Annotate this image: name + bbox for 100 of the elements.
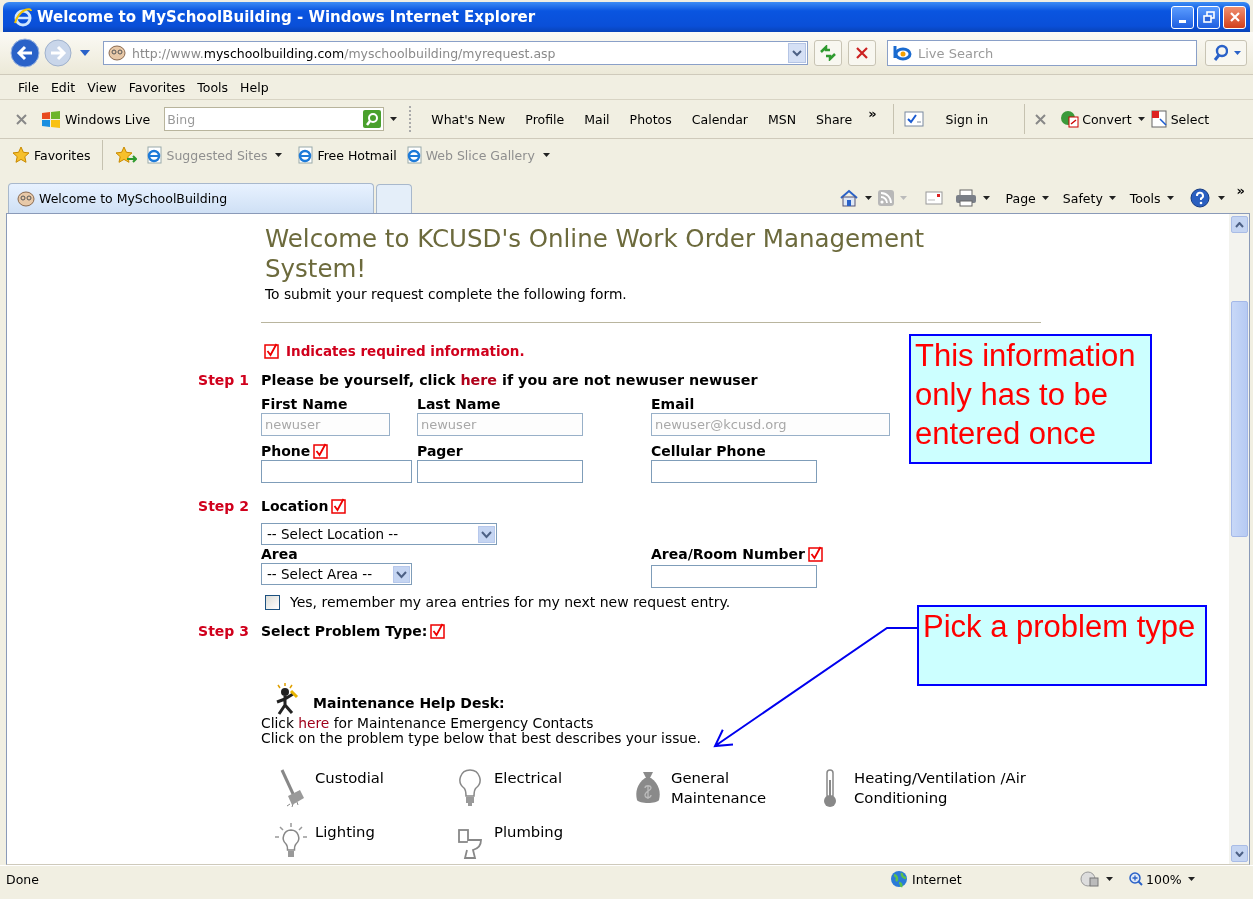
select-button[interactable]: Select [1150,110,1210,128]
add-favorite-icon[interactable] [115,146,138,164]
caret-icon[interactable] [1187,877,1195,881]
dropdown-arrow-icon[interactable] [478,525,495,543]
refresh-button[interactable] [814,40,842,66]
close-toolbar-button[interactable] [1035,113,1047,125]
problem-type-link[interactable]: General Maintenance [670,768,814,808]
dropdown-field[interactable]: -- Select Area -- [261,563,412,585]
problem-type-link[interactable]: Lighting [315,822,375,842]
text-field[interactable] [417,460,583,483]
toolbar-link[interactable]: Calendar [681,111,758,127]
menu-item[interactable]: Tools [191,79,235,95]
menu-item[interactable]: Help [234,79,275,95]
page-heading: Welcome to KCUSD's Online Work Order Management System! [264,224,926,284]
star-icon [12,146,30,164]
printer-icon[interactable] [954,189,977,207]
close-button[interactable] [1223,5,1246,29]
search-icon [365,112,380,126]
field-label: Email [651,395,695,413]
minimize-button[interactable] [1171,5,1194,29]
dropdown-arrow-icon[interactable] [393,565,410,583]
restore-icon [1202,11,1215,23]
dropdown-field[interactable]: -- Select Location -- [261,523,497,545]
menu-item[interactable]: File [12,79,45,95]
status-text: Done [6,871,40,887]
toolbar-link[interactable]: Mail [574,111,620,127]
field-label: Cellular Phone [651,442,766,460]
menu-item[interactable]: Favorites [122,79,192,95]
command-menu[interactable]: Safety [1058,190,1120,206]
restore-button[interactable] [1197,5,1220,29]
callout-box: This information only has to be entered once [909,334,1152,464]
stop-button[interactable] [848,40,876,66]
toolbar-link[interactable]: Share [806,111,863,127]
zoom-icon [1129,872,1143,886]
caret-icon [1166,196,1174,200]
here-link[interactable]: here [460,372,497,388]
favorites-link[interactable]: Free Hotmail [296,146,397,164]
search-button[interactable] [1205,40,1247,66]
caret-icon[interactable] [864,196,872,200]
problem-type-link[interactable]: Heating/Ventilation /Air Conditioning [854,768,1054,808]
command-menu[interactable]: Tools [1125,190,1178,206]
section-title: Maintenance Help Desk: [313,695,505,711]
site-favicon-icon [17,190,35,207]
thermometer-icon[interactable] [821,768,839,808]
toolbar-link[interactable]: MSN [758,111,807,127]
light-bulb-icon[interactable] [458,768,482,808]
field-label: Phone [261,442,311,460]
menu-item[interactable]: Edit [44,79,82,95]
bing-search-box[interactable]: Bing [164,107,385,131]
sign-in-link[interactable]: Sign in [923,111,1015,127]
toolbar-link[interactable]: Windows Live [61,111,161,127]
back-button[interactable] [10,38,40,68]
problem-type-link[interactable]: Electrical [494,768,562,788]
field-label: Location [261,497,329,515]
address-dropdown-button[interactable] [788,43,806,63]
command-menu[interactable]: Page [1001,190,1053,206]
address-url: http://www.myschoolbuilding.com/myschoolbuilding/myrequest.asp [132,45,557,61]
toolbar-link[interactable]: Profile [515,111,575,127]
address-field[interactable]: http://www.myschoolbuilding.com/myschoolbuilding/myrequest.asp [103,41,808,65]
text-field[interactable] [261,460,412,483]
step-prompt: Please be yourself, click here if you are not newuser newuser [261,371,759,389]
caret-icon[interactable] [542,153,550,157]
checklist-icon[interactable] [903,111,924,127]
caret-icon[interactable] [390,117,398,121]
zoom-button[interactable]: 100% [1129,871,1182,887]
caret-icon[interactable] [1106,877,1113,881]
required-note: Indicates required information. [286,343,525,359]
menu-item[interactable]: View [81,79,123,95]
close-toolbar-button[interactable] [16,113,27,125]
favorites-button[interactable]: Favorites [12,146,91,164]
document-icon [1150,110,1169,128]
search-box[interactable]: Live Search [887,40,1197,66]
search-button[interactable] [363,110,382,128]
close-icon [855,46,869,60]
browser-tab[interactable]: Welcome to MySchoolBuilding [8,183,374,213]
toolbar-link[interactable]: Photos [619,111,682,127]
more-button[interactable]: » [862,106,883,121]
caret-icon[interactable] [275,153,283,157]
mail-icon[interactable] [924,191,943,205]
caret-icon[interactable] [982,196,990,200]
text-field[interactable] [651,565,817,588]
help-icon[interactable] [1189,188,1212,208]
problem-type-link[interactable]: Custodial [315,768,384,788]
web-page-icon [145,146,164,164]
caret-icon[interactable] [1217,196,1225,200]
protected-mode-icon[interactable] [1080,871,1100,887]
scroll-up-button[interactable] [1230,216,1248,233]
text-field[interactable] [651,460,817,483]
scroll-down-button[interactable] [1230,845,1248,862]
checkbox[interactable] [265,594,280,610]
here-link[interactable]: here [298,715,330,731]
home-icon[interactable] [838,189,859,207]
close-icon [1035,113,1047,125]
scroll-thumb[interactable] [1230,301,1248,537]
toolbar-link[interactable]: What's New [421,111,516,127]
convert-button[interactable]: Convert [1060,110,1132,128]
problem-type-link[interactable]: Plumbing [494,822,564,842]
caret-icon[interactable] [1137,117,1145,121]
scrollbar[interactable] [1229,214,1249,864]
more-button[interactable]: » [1230,183,1251,198]
